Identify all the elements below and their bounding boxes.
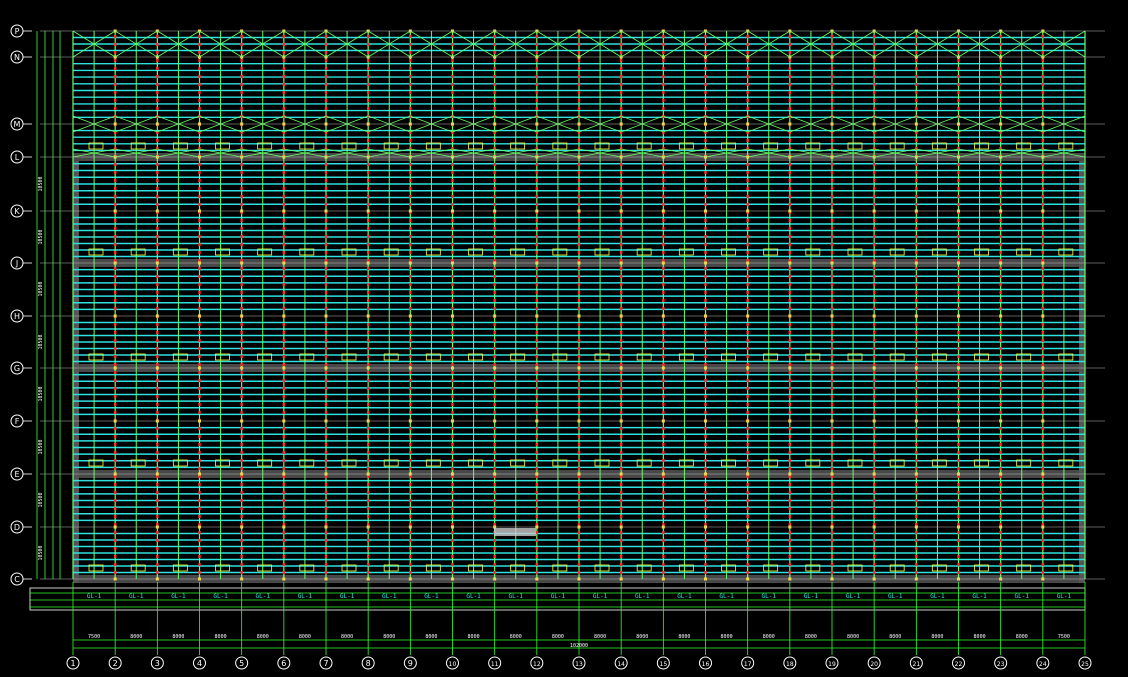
column-axis-label: 7 [323, 659, 328, 668]
purlin-label-text: GL-1 [1015, 593, 1030, 600]
column-axis-label: 4 [197, 659, 202, 668]
column-axis-label: 21 [913, 661, 921, 668]
column-axis-label: 2 [113, 659, 118, 668]
column-axis-label: 17 [744, 661, 752, 668]
span-dimension-text: 8000 [763, 634, 775, 640]
column-axis-label: 11 [491, 661, 499, 668]
purlin-label-text: GL-1 [677, 593, 692, 600]
span-dimension-text: 8000 [974, 634, 986, 640]
column-axis-label: 23 [997, 661, 1005, 668]
span-dimension-text: 8000 [721, 634, 733, 640]
span-dimension-text: 8000 [468, 634, 480, 640]
column-axis-label: 1 [70, 659, 75, 668]
purlin-label-text: GL-1 [256, 593, 271, 600]
span-dimension-text: 8000 [594, 634, 606, 640]
left-dimension-text: 10500 [38, 545, 44, 560]
column-axis-label: 20 [870, 661, 878, 668]
purlin-label-text: GL-1 [888, 593, 903, 600]
column-axis-label: 18 [786, 661, 794, 668]
purlin-label-text: GL-1 [340, 593, 355, 600]
row-axis-label: D [14, 523, 20, 532]
row-axis-label: K [14, 207, 20, 216]
purlin-label-text: GL-1 [382, 593, 397, 600]
purlin-label-text: GL-1 [930, 593, 945, 600]
purlin-label-text: GL-1 [213, 593, 228, 600]
left-dimension-text: 10500 [38, 439, 44, 454]
purlin-label-text: GL-1 [424, 593, 439, 600]
purlin-label-text: GL-1 [129, 593, 144, 600]
left-dimension-text: 10500 [38, 492, 44, 507]
highlight-tag [494, 528, 536, 536]
column-axis-label: 5 [239, 659, 244, 668]
row-axis-label: E [14, 470, 19, 479]
span-dimension-text: 8000 [1016, 634, 1028, 640]
span-dimension-text: 8000 [299, 634, 311, 640]
purlin-label-text: GL-1 [635, 593, 650, 600]
left-dimension-text: 10500 [38, 229, 44, 244]
span-dimension-text: 8000 [510, 634, 522, 640]
span-dimension-text: 8000 [425, 634, 437, 640]
purlin-label-text: GL-1 [298, 593, 313, 600]
purlin-label-text: GL-1 [509, 593, 524, 600]
row-axis-label: H [14, 312, 20, 321]
overall-dimension-text: 102000 [570, 643, 588, 649]
column-axis-label: 13 [575, 661, 583, 668]
row-axis-label: P [15, 27, 20, 36]
row-axis-label: M [14, 120, 21, 129]
span-dimension-text: 8000 [172, 634, 184, 640]
row-axis-label: C [14, 575, 20, 584]
column-axis-label: 24 [1039, 661, 1047, 668]
purlin-label-text: GL-1 [466, 593, 481, 600]
purlin-label-text: GL-1 [804, 593, 819, 600]
row-axis-label: N [14, 53, 20, 62]
span-dimension-text: 8000 [215, 634, 227, 640]
span-dimension-text: 8000 [847, 634, 859, 640]
column-axis-label: 15 [660, 661, 668, 668]
purlin-label-text: GL-1 [1057, 593, 1072, 600]
row-axis-label: F [15, 417, 20, 426]
span-dimension-text: 8000 [552, 634, 564, 640]
column-axis-label: 16 [702, 661, 710, 668]
column-axis-label: 19 [828, 661, 836, 668]
row-axis-label: J [15, 259, 18, 268]
purlin-label-text: GL-1 [972, 593, 987, 600]
span-dimension-text: 8000 [130, 634, 142, 640]
span-dimension-text: 8000 [257, 634, 269, 640]
purlin-label-text: GL-1 [171, 593, 186, 600]
column-axis-label: 12 [533, 661, 541, 668]
span-dimension-text: 8000 [636, 634, 648, 640]
column-axis-label: 9 [408, 659, 413, 668]
left-dimension-text: 10500 [38, 386, 44, 401]
purlin-label-text: GL-1 [87, 593, 102, 600]
purlin-label-text: GL-1 [593, 593, 608, 600]
purlin-label-text: GL-1 [551, 593, 566, 600]
purlin-label-text: GL-1 [846, 593, 861, 600]
span-dimension-text: 7500 [1058, 634, 1070, 640]
span-dimension-text: 8000 [383, 634, 395, 640]
span-dimension-text: 8000 [889, 634, 901, 640]
left-dimension-text: 10500 [38, 281, 44, 296]
left-dimension-text: 10500 [38, 334, 44, 349]
column-axis-label: 25 [1081, 661, 1089, 668]
column-axis-label: 3 [155, 659, 160, 668]
row-axis-label: L [15, 153, 20, 162]
purlin-label-text: GL-1 [762, 593, 777, 600]
structural-plan-drawing: GL-1 7500 GL-1 8000 GL-1 8000 GL-1 8000 GL-1 8000… [10, 24, 1105, 670]
row-axis-label: G [14, 364, 20, 373]
span-dimension-text: 7500 [88, 634, 100, 640]
left-dimension-text: 10500 [38, 176, 44, 191]
rafter-lines [72, 31, 1086, 579]
column-axis-label: 14 [617, 661, 625, 668]
span-dimension-text: 8000 [341, 634, 353, 640]
purlin-label-text: GL-1 [719, 593, 734, 600]
column-axis-label: 6 [281, 659, 286, 668]
column-axis-label: 8 [366, 659, 371, 668]
column-axis-label: 10 [449, 661, 457, 668]
span-dimension-text: 8000 [931, 634, 943, 640]
span-dimension-text: 8000 [678, 634, 690, 640]
column-axis-label: 22 [955, 661, 963, 668]
span-dimension-text: 8000 [805, 634, 817, 640]
